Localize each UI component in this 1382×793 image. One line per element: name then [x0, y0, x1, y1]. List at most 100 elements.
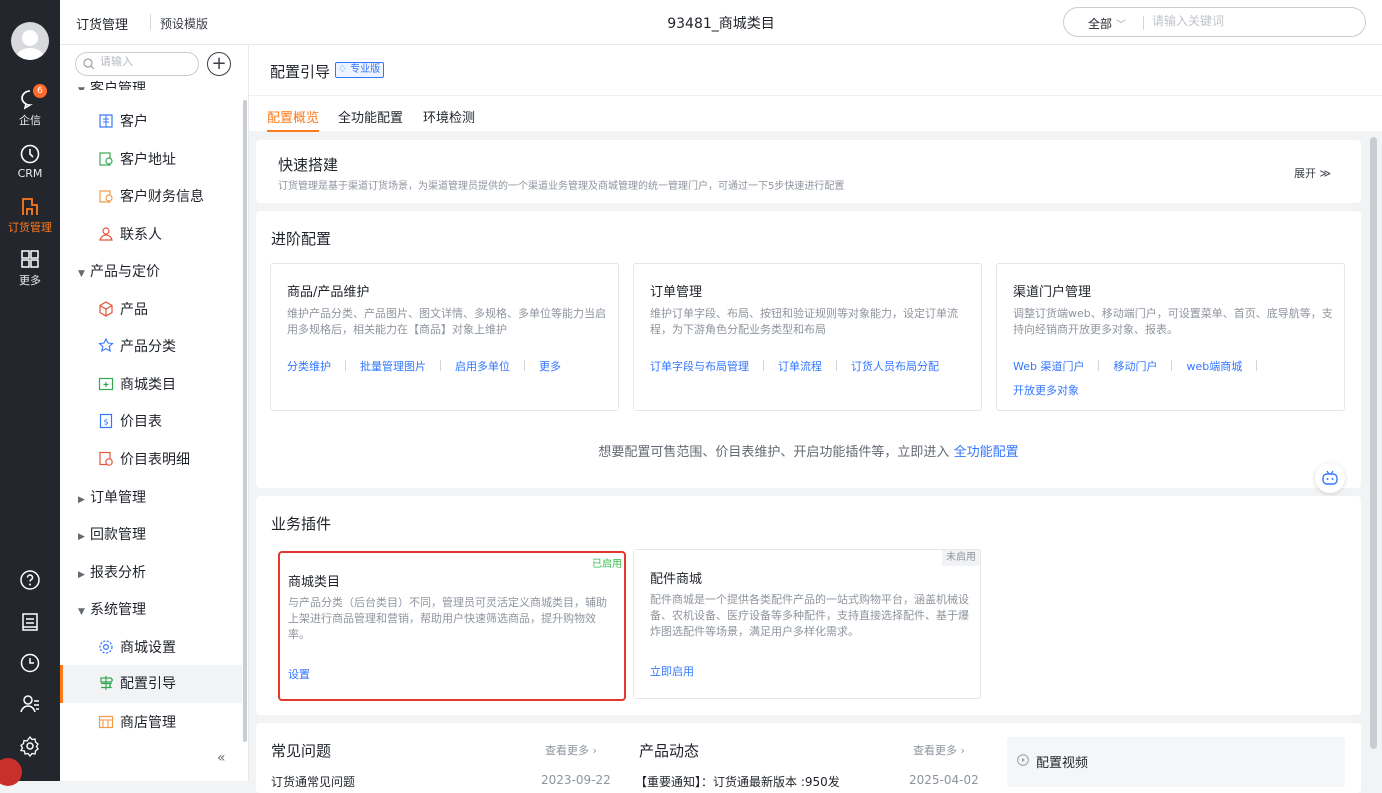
- sidebar-item-mall-category[interactable]: 商城类目: [98, 374, 176, 394]
- sidebar-item-contact[interactable]: 联系人: [98, 224, 162, 244]
- rail-item-order[interactable]: 订货管理: [0, 195, 60, 235]
- sidebar-item-mall-settings[interactable]: 商城设置: [98, 637, 176, 657]
- search-input[interactable]: [1152, 14, 1352, 28]
- link-order-role-layout[interactable]: 订货人员布局分配: [851, 355, 939, 379]
- link-open-more-objects[interactable]: 开放更多对象: [1013, 379, 1079, 403]
- sidebar-item-price-book-detail[interactable]: 价目表明细: [98, 449, 190, 469]
- full-config-link[interactable]: 全功能配置: [954, 445, 1019, 460]
- plugin-enable-link[interactable]: 立即启用: [650, 663, 694, 679]
- sidebar-group-system[interactable]: ▼ 系统管理: [78, 599, 146, 619]
- caret-down-icon: ▼: [78, 269, 85, 279]
- contacts-icon[interactable]: [19, 693, 41, 715]
- sidebar-group-report[interactable]: ▶ 报表分析: [78, 562, 146, 582]
- link-order-flow[interactable]: 订单流程: [778, 355, 822, 379]
- sidebar-group-product[interactable]: ▼ 产品与定价: [78, 261, 160, 281]
- store-icon: [98, 715, 114, 729]
- chevron-down-icon: ﹀: [1116, 20, 1127, 31]
- mall-category-icon: [98, 377, 114, 391]
- sidebar-group-payment[interactable]: ▶ 回款管理: [78, 524, 146, 544]
- link-category-maintain[interactable]: 分类维护: [287, 355, 331, 379]
- collapse-sidebar-button[interactable]: «: [217, 750, 226, 766]
- sidebar-group-label: 产品与定价: [90, 264, 160, 280]
- rail-item-more[interactable]: 更多: [0, 248, 60, 288]
- news-more-link[interactable]: 查看更多 ›: [913, 742, 965, 758]
- top-bar: 订货管理 预设模版 93481_商城类目 全部 ﹀: [60, 0, 1382, 45]
- feature-links: 订单字段与布局管理 订单流程 订货人员布局分配: [650, 355, 970, 379]
- sidebar-group-label: 客户管理: [90, 81, 146, 90]
- sidebar-item-config-guide[interactable]: 配置引导: [60, 665, 242, 703]
- sidebar-item-price-book[interactable]: $ 价目表: [98, 411, 162, 431]
- sidebar-item-product[interactable]: 产品: [98, 299, 148, 319]
- sidebar-item-label: 产品: [120, 302, 148, 318]
- feature-card-portal: 渠道门户管理 调整订货端web、移动端门户，可设置菜单、首页、底导航等，支持向经…: [996, 263, 1345, 411]
- price-detail-icon: [99, 451, 113, 466]
- faq-item[interactable]: 订货通常见问题: [271, 773, 355, 790]
- rail-item-crm[interactable]: CRM: [0, 143, 60, 180]
- note-icon[interactable]: [19, 611, 41, 633]
- divider: [1171, 360, 1173, 371]
- sidebar-search-input[interactable]: [100, 56, 190, 68]
- status-badge: 未启用: [942, 550, 980, 566]
- sidebar-item-label: 价目表明细: [120, 452, 190, 468]
- feature-name: 订单管理: [650, 285, 703, 300]
- sidebar-group-order[interactable]: ▶ 订单管理: [78, 487, 146, 507]
- rail-label-chat: 企信: [19, 114, 41, 127]
- sidebar-item-label: 价目表: [120, 414, 162, 430]
- faq-more-link[interactable]: 查看更多 ›: [545, 742, 597, 758]
- link-multi-unit[interactable]: 启用多单位: [455, 355, 510, 379]
- contact-icon: [99, 227, 113, 241]
- sidebar-item-customer-address[interactable]: 客户地址: [98, 149, 176, 169]
- sidebar-group-label: 系统管理: [90, 602, 146, 618]
- divider: [1143, 16, 1144, 30]
- expand-button[interactable]: 展开 ≫: [1294, 165, 1331, 181]
- sidebar-item-customer-finance[interactable]: 客户财务信息: [98, 186, 204, 206]
- config-video-panel[interactable]: 配置视频: [1007, 737, 1345, 787]
- search-scope-dropdown[interactable]: 全部 ﹀: [1088, 15, 1126, 32]
- divider: [345, 360, 346, 371]
- link-web-portal[interactable]: Web 渠道门户: [1013, 355, 1084, 379]
- link-web-mall[interactable]: web端商城: [1186, 355, 1242, 379]
- link-batch-images[interactable]: 批量管理图片: [360, 355, 426, 379]
- link-more[interactable]: 更多: [539, 355, 561, 379]
- tab-env-check[interactable]: 环境检测: [423, 107, 475, 126]
- sidebar-item-label: 客户: [120, 114, 148, 130]
- full-config-tip: 想要配置可售范围、价目表维护、开启功能插件等，立即进入 全功能配置: [256, 441, 1361, 460]
- plugin-name: 商城类目: [288, 575, 341, 590]
- feature-desc: 调整订货端web、移动端门户，可设置菜单、首页、底导航等，支持向经销商开放更多对…: [1013, 307, 1333, 336]
- sidebar-item-customer[interactable]: 客户: [98, 111, 148, 131]
- caret-right-icon: ▶: [78, 495, 85, 505]
- price-book-icon: $: [99, 413, 113, 429]
- feature-links: Web 渠道门户 移动门户 web端商城开放更多对象: [1013, 355, 1333, 403]
- sidebar: + ▼客户管理 客户 客户地址 客户财务信息 联系人 ▼ 产品与定价 产品 产品分…: [60, 45, 249, 781]
- tab-overview[interactable]: 配置概览: [267, 107, 320, 132]
- sidebar-item-label: 商城类目: [120, 377, 176, 393]
- assistant-bot-button[interactable]: [1315, 463, 1345, 493]
- rail-item-chat[interactable]: 企信: [0, 88, 60, 128]
- plugin-settings-link[interactable]: 设置: [288, 666, 310, 682]
- history-icon[interactable]: [19, 652, 41, 674]
- sidebar-item-label: 客户财务信息: [120, 189, 204, 205]
- divider: [836, 360, 837, 371]
- sidebar-item-label: 联系人: [120, 227, 162, 243]
- config-video-label: 配置视频: [1036, 756, 1089, 771]
- tab-full-config[interactable]: 全功能配置: [338, 107, 403, 126]
- sidebar-item-label: 商城设置: [120, 640, 176, 656]
- news-item[interactable]: 【重要通知】：订货通最新版本 :950发: [635, 773, 840, 790]
- settings-icon[interactable]: [19, 735, 41, 757]
- sidebar-scrollbar[interactable]: [243, 100, 247, 742]
- main-scrollbar[interactable]: [1370, 137, 1377, 749]
- diamond-icon: ♢: [338, 64, 351, 75]
- customer-icon: [99, 114, 113, 128]
- link-mobile-portal[interactable]: 移动门户: [1113, 355, 1157, 379]
- add-button[interactable]: +: [207, 52, 231, 76]
- news-date: 2025-04-02: [909, 773, 979, 787]
- link-order-fields-layout[interactable]: 订单字段与布局管理: [650, 355, 749, 379]
- avatar[interactable]: [11, 22, 49, 60]
- sidebar-item-product-category[interactable]: 产品分类: [98, 336, 176, 356]
- help-icon[interactable]: [19, 569, 41, 591]
- feature-card-order: 订单管理 维护订单字段、布局、按钮和验证规则等对象能力，设定订单流程，为下游角色…: [633, 263, 982, 411]
- pro-edition-label: 专业版: [350, 64, 381, 75]
- divider: [440, 360, 441, 371]
- sidebar-item-store-management[interactable]: 商店管理: [98, 712, 176, 732]
- sidebar-group-customer[interactable]: ▼客户管理: [78, 78, 146, 90]
